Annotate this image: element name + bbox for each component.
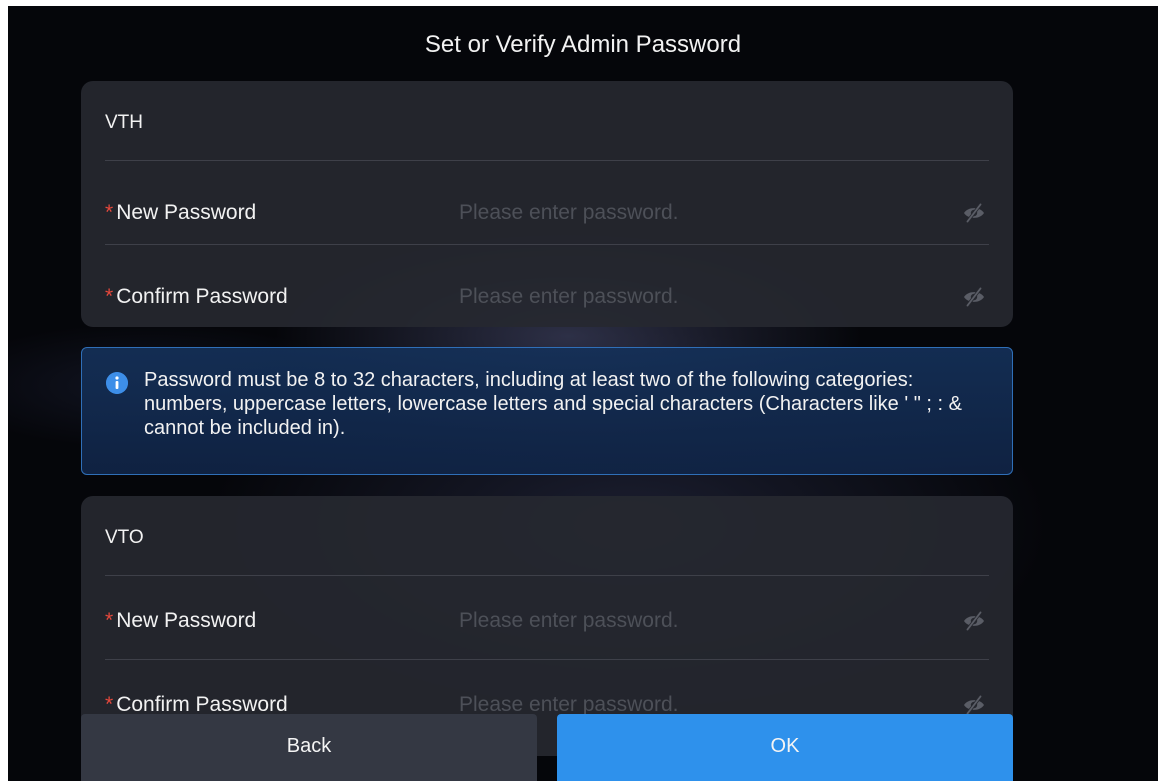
divider: [105, 160, 989, 161]
label-text: Confirm Password: [116, 285, 288, 308]
vth-new-password-input[interactable]: [459, 197, 929, 229]
vto-new-password-input[interactable]: [459, 605, 929, 637]
required-mark: *: [105, 609, 114, 632]
device-screen: Set or Verify Admin Password VTH * New Pa…: [8, 6, 1158, 781]
eye-off-icon[interactable]: [962, 611, 986, 631]
vto-new-password-label: * New Password: [105, 609, 256, 633]
eye-off-icon[interactable]: [962, 287, 986, 307]
vth-confirm-password-label: * Confirm Password: [105, 285, 288, 309]
label-text: New Password: [116, 201, 257, 224]
back-button[interactable]: Back: [81, 714, 537, 781]
info-icon: [106, 372, 128, 394]
vto-header: VTO: [105, 527, 144, 548]
label-text: Confirm Password: [116, 693, 288, 716]
vth-confirm-password-row: * Confirm Password: [81, 277, 1013, 317]
required-mark: *: [105, 201, 114, 224]
required-mark: *: [105, 285, 114, 308]
divider: [105, 575, 989, 576]
vth-new-password-row: * New Password: [81, 193, 1013, 233]
password-rules-notice: Password must be 8 to 32 characters, inc…: [81, 347, 1013, 475]
divider: [105, 244, 989, 245]
label-text: New Password: [116, 609, 257, 632]
vth-confirm-password-input[interactable]: [459, 281, 929, 313]
vth-new-password-label: * New Password: [105, 201, 256, 225]
vth-header: VTH: [105, 112, 143, 133]
page-title: Set or Verify Admin Password: [424, 31, 742, 58]
eye-off-icon[interactable]: [962, 695, 986, 715]
eye-off-icon[interactable]: [962, 203, 986, 223]
divider: [105, 659, 989, 660]
required-mark: *: [105, 693, 114, 716]
password-rules-text: Password must be 8 to 32 characters, inc…: [144, 369, 962, 439]
vto-new-password-row: * New Password: [81, 601, 1013, 641]
vth-card: VTH * New Password * Confirm Password: [81, 81, 1013, 327]
ok-button[interactable]: OK: [557, 714, 1013, 781]
